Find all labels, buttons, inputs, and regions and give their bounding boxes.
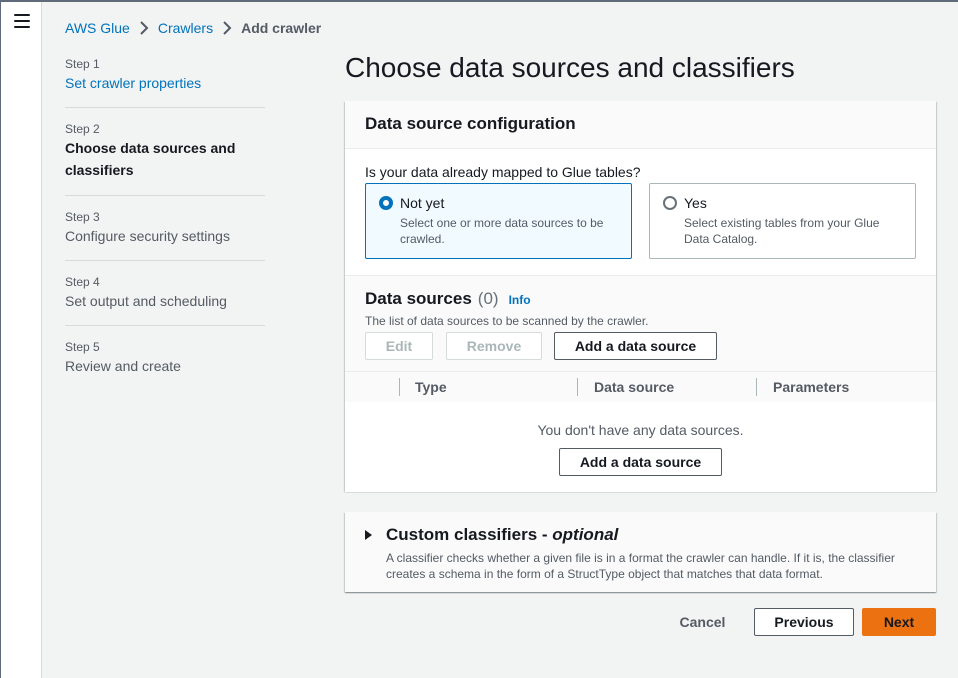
custom-classifiers-description: A classifier checks whether a given file… [386, 551, 895, 581]
data-sources-description: The list of data sources to be scanned b… [365, 314, 649, 328]
column-header-type[interactable]: Type [415, 372, 447, 402]
remove-button[interactable]: Remove [446, 332, 542, 360]
edit-button[interactable]: Edit [365, 332, 433, 360]
data-sources-table-body: You don't have any data sources. Add a d… [345, 402, 936, 492]
column-divider [577, 378, 578, 396]
optional-label: optional [552, 525, 619, 544]
previous-button[interactable]: Previous [754, 608, 854, 636]
radio-selected-icon [379, 196, 393, 210]
step-1-link[interactable]: Set crawler properties [65, 72, 265, 94]
breadcrumb-current: Add crawler [241, 20, 322, 36]
data-source-configuration-panel: Data source configuration Is your data a… [345, 101, 936, 492]
step-5-title: Review and create [65, 358, 181, 374]
wizard-step-3: Step 3 Configure security settings [65, 196, 265, 261]
data-sources-count: (0) [477, 289, 499, 308]
radio-not-yet-description: Select one or more data sources to be cr… [400, 216, 604, 246]
step-4-title: Set output and scheduling [65, 293, 227, 309]
data-sources-header: Data sources (0) Info [365, 289, 531, 309]
custom-classifiers-title-text: Custom classifiers - [386, 525, 553, 544]
custom-classifiers-title: Custom classifiers - optional [386, 525, 618, 545]
data-source-configuration-heading: Data source configuration [365, 114, 576, 133]
step-label: Step 1 [65, 57, 100, 71]
page-title: Choose data sources and classifiers [345, 52, 795, 83]
column-divider [756, 378, 757, 396]
hamburger-menu-icon[interactable] [14, 14, 30, 28]
data-sources-section: Data sources (0) Info The list of data s… [345, 275, 936, 492]
column-header-parameters[interactable]: Parameters [773, 372, 849, 402]
next-button[interactable]: Next [862, 608, 936, 636]
step-3-title: Configure security settings [65, 228, 230, 244]
wizard-step-4: Step 4 Set output and scheduling [65, 261, 265, 326]
wizard-steps: Step 1 Set crawler properties Step 2 Cho… [65, 56, 265, 377]
step-2-title: Choose data sources and classifiers [65, 140, 236, 178]
step-label: Step 3 [65, 210, 100, 224]
breadcrumb-crawlers[interactable]: Crawlers [158, 20, 213, 36]
chevron-right-icon [130, 21, 158, 35]
cancel-button[interactable]: Cancel [670, 608, 735, 636]
info-link[interactable]: Info [509, 293, 531, 307]
side-navigation-rail [0, 2, 42, 678]
step-label: Step 4 [65, 275, 100, 289]
step-label: Step 5 [65, 340, 100, 354]
column-divider [399, 378, 400, 396]
radio-yes-description: Select existing tables from your Glue Da… [684, 216, 880, 246]
data-sources-heading: Data sources [365, 289, 472, 308]
wizard-step-2: Step 2 Choose data sources and classifie… [65, 108, 265, 196]
data-sources-table-header: Type Data source Parameters [345, 371, 936, 403]
custom-classifiers-panel: Custom classifiers - optional A classifi… [345, 512, 936, 592]
caret-right-icon [365, 530, 372, 540]
breadcrumb: AWS Glue Crawlers Add crawler [65, 20, 321, 36]
radio-not-yet-label: Not yet [400, 195, 445, 211]
breadcrumb-aws-glue[interactable]: AWS Glue [65, 20, 130, 36]
radio-yes-label: Yes [684, 195, 707, 211]
mapped-question-label: Is your data already mapped to Glue tabl… [365, 164, 641, 180]
empty-add-data-source-button[interactable]: Add a data source [559, 448, 722, 476]
radio-tile-yes[interactable]: Yes Select existing tables from your Glu… [649, 183, 916, 259]
wizard-step-1: Step 1 Set crawler properties [65, 56, 265, 108]
column-header-data-source[interactable]: Data source [594, 372, 674, 402]
panel-header: Data source configuration [345, 101, 936, 149]
custom-classifiers-expander[interactable]: Custom classifiers - optional [365, 525, 916, 545]
add-data-source-button[interactable]: Add a data source [554, 332, 717, 360]
radio-unselected-icon [663, 196, 677, 210]
step-label: Step 2 [65, 122, 100, 136]
chevron-right-icon [213, 21, 241, 35]
wizard-step-5: Step 5 Review and create [65, 326, 265, 377]
window-top-border [0, 0, 958, 2]
radio-tile-not-yet[interactable]: Not yet Select one or more data sources … [365, 183, 632, 259]
empty-state-text: You don't have any data sources. [537, 422, 744, 438]
